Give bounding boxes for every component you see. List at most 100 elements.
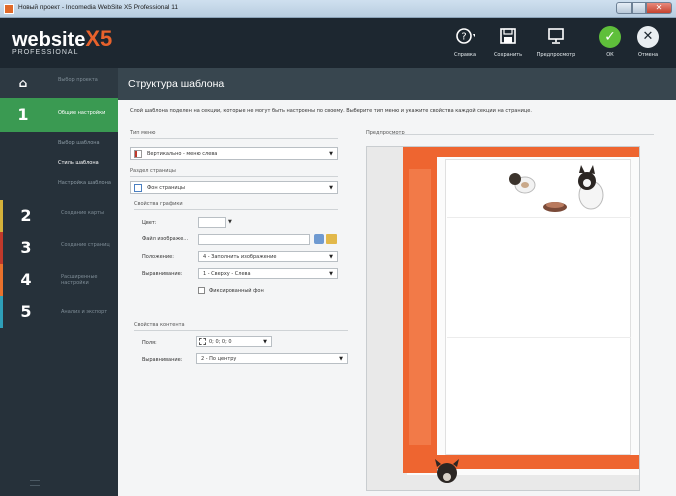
margins-label: Поля: xyxy=(142,340,157,346)
chevron-down-icon: ▼ xyxy=(329,271,333,277)
divider xyxy=(130,138,338,139)
chevron-down-icon: ▼ xyxy=(329,151,333,157)
margins-icon xyxy=(199,338,206,345)
substep-label: Настройка шаблона xyxy=(58,180,111,186)
preview-label: Предпросмотр xyxy=(366,130,405,136)
step-number: 1 xyxy=(17,105,29,124)
template-preview xyxy=(366,146,640,491)
sidebar-step-2[interactable]: 2 Создание карты xyxy=(0,200,118,232)
color-dropdown-icon[interactable]: ▼ xyxy=(228,219,232,225)
logo-x5: X5 xyxy=(85,26,113,51)
image-browse-icon[interactable] xyxy=(314,234,324,244)
minimize-button[interactable] xyxy=(616,2,632,14)
dogs-header-image xyxy=(509,165,604,212)
maximize-button[interactable] xyxy=(632,2,646,14)
page-description: Слой шаблона поделен на секции, которые … xyxy=(130,108,532,114)
page-section-select[interactable]: Фон страницы ▼ xyxy=(130,181,338,194)
content-alignment-value: 2 - По центру xyxy=(201,356,237,362)
page-section-value: Фон страницы xyxy=(147,185,185,191)
position-select[interactable]: 4 - Заполнить изображение ▼ xyxy=(198,251,338,262)
step-label: Общие настройки xyxy=(58,110,106,116)
cancel-button[interactable]: ✕ Отмена xyxy=(628,24,668,64)
step-number: 3 xyxy=(20,238,32,257)
sidebar-step-5[interactable]: 5 Анализ и экспорт xyxy=(0,296,118,328)
help-icon: ? ▾ xyxy=(455,26,476,46)
sidebar-step-4[interactable]: 4 Расширенные настройки xyxy=(0,264,118,296)
sidebar-substep-template-settings[interactable]: Настройка шаблона xyxy=(0,178,118,196)
chevron-down-icon: ▼ xyxy=(339,356,343,362)
app-icon xyxy=(4,4,14,14)
substep-label: Выбор шаблона xyxy=(58,140,100,146)
preview-label: Предпросмотр xyxy=(536,52,576,58)
alignment-value: 1 - Сверху - Слева xyxy=(203,271,251,277)
color-swatch-button[interactable] xyxy=(198,217,226,228)
graphics-props-label: Свойства графики xyxy=(134,201,183,207)
window-controls: ✕ xyxy=(616,2,672,14)
save-icon xyxy=(498,26,518,46)
image-file-label: Файл изображе... xyxy=(142,236,189,242)
menu-type-select[interactable]: Вертикально - меню слева ▼ xyxy=(130,147,338,160)
step-number: 5 xyxy=(20,302,32,321)
chevron-down-icon: ▼ xyxy=(329,185,333,191)
alignment-label: Выравнивание: xyxy=(142,271,183,277)
svg-text:▾: ▾ xyxy=(473,32,475,39)
monitor-icon xyxy=(546,26,566,46)
sidebar-step-1[interactable]: 1 Общие настройки xyxy=(0,98,118,132)
menu-lines-icon[interactable] xyxy=(30,480,40,486)
wizard-sidebar: ⌂ Выбор проекта 1 Общие настройки Выбор … xyxy=(0,68,118,496)
chevron-down-icon: ▼ xyxy=(329,254,333,260)
sidebar-substep-template-style[interactable]: Стиль шаблона xyxy=(0,158,118,176)
image-file-input[interactable] xyxy=(198,234,310,245)
app-logo: websiteX5 PROFESSIONAL xyxy=(12,26,112,56)
preview-button[interactable]: Предпросмотр xyxy=(536,24,576,64)
menu-type-label: Тип меню xyxy=(130,130,156,136)
content-alignment-select[interactable]: 2 - По центру ▼ xyxy=(196,353,348,364)
page-section-label: Раздел страницы xyxy=(130,168,176,174)
close-window-button[interactable]: ✕ xyxy=(646,2,672,14)
dog-footer-image xyxy=(435,459,459,483)
checkmark-icon: ✓ xyxy=(599,26,621,48)
alignment-select[interactable]: 1 - Сверху - Слева ▼ xyxy=(198,268,338,279)
preview-top-bar xyxy=(403,147,639,157)
color-label: Цвет: xyxy=(142,220,157,226)
step-label: Анализ и экспорт xyxy=(61,309,108,315)
page-background-icon xyxy=(134,184,142,192)
folder-icon[interactable] xyxy=(326,234,337,244)
help-label: Справка xyxy=(453,52,477,58)
step-label: Расширенные настройки xyxy=(61,274,98,286)
divider xyxy=(134,330,348,331)
sidebar-substep-template-choice[interactable]: Выбор шаблона xyxy=(0,138,118,156)
menu-type-value: Вертикально - меню слева xyxy=(147,151,218,157)
window-title: Новый проект - Incomedia WebSite X5 Prof… xyxy=(18,4,179,11)
close-icon: ✕ xyxy=(637,26,659,48)
logo-wordmark: website xyxy=(12,29,86,51)
divider xyxy=(130,176,338,177)
main-panel: Структура шаблона Слой шаблона поделен н… xyxy=(118,68,676,496)
chevron-down-icon: ▼ xyxy=(263,339,267,345)
position-value: 4 - Заполнить изображение xyxy=(203,254,277,260)
preview-ribbon-highlight xyxy=(409,169,431,445)
cancel-label: Отмена xyxy=(637,52,659,58)
margins-select[interactable]: 0; 0; 0; 0 ▼ xyxy=(196,336,272,347)
sidebar-step-3[interactable]: 3 Создание страниц xyxy=(0,232,118,264)
help-button[interactable]: ? ▾ Справка xyxy=(445,24,485,64)
fixed-background-label: Фиксированный фон xyxy=(209,288,264,294)
fixed-background-checkbox[interactable] xyxy=(198,287,205,294)
ok-button[interactable]: ✓ ОК xyxy=(590,24,630,64)
home-icon: ⌂ xyxy=(18,76,28,90)
save-button[interactable]: Сохранить xyxy=(488,24,528,64)
svg-text:?: ? xyxy=(461,32,466,43)
page-header: Структура шаблона xyxy=(118,68,676,100)
position-label: Положение: xyxy=(142,254,174,260)
step-label: Создание карты xyxy=(61,210,105,216)
sidebar-item-home[interactable]: ⌂ Выбор проекта xyxy=(0,68,118,98)
save-label: Сохранить xyxy=(493,52,523,58)
content-alignment-label: Выравнивание: xyxy=(142,357,183,363)
divider xyxy=(134,209,338,210)
content-props-label: Свойства контента xyxy=(134,322,185,328)
margins-value: 0; 0; 0; 0 xyxy=(209,339,232,345)
step-number: 4 xyxy=(20,270,32,289)
page-title: Структура шаблона xyxy=(128,78,225,90)
app-header: websiteX5 PROFESSIONAL ? ▾ Справка Сохран… xyxy=(0,18,676,68)
window-titlebar: Новый проект - Incomedia WebSite X5 Prof… xyxy=(0,0,676,18)
